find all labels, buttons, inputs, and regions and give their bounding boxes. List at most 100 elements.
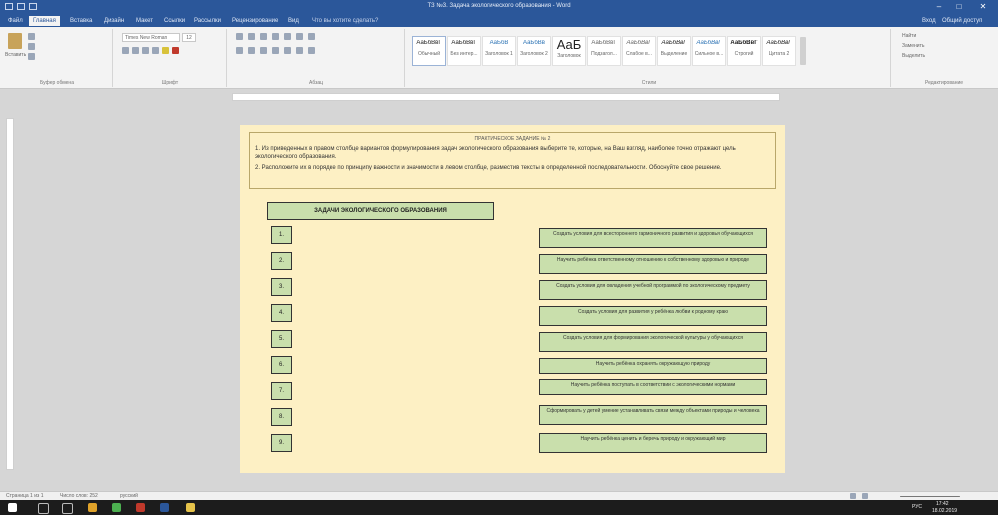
style-strong[interactable]: АаБбВвГ Строгий [727,36,761,66]
bullets-icon[interactable] [236,33,243,40]
zoom-slider[interactable] [900,496,960,497]
font-color-icon[interactable] [172,47,179,54]
opera-icon[interactable] [136,503,145,512]
style-normal[interactable]: АаБбВвГ Обычный [412,36,446,66]
replace-button[interactable]: Заменить [902,43,924,49]
share-button[interactable]: Общий доступ [938,16,986,26]
tab-view[interactable]: Вид [284,16,303,26]
borders-icon[interactable] [308,47,315,54]
underline-icon[interactable] [142,47,149,54]
font-size-select[interactable]: 12 [182,33,196,42]
answer-box[interactable]: Сформировать у детей умение устанавливат… [539,405,767,425]
answer-box[interactable]: Научить ребёнка ответственному отношению… [539,254,767,274]
answer-box[interactable]: Создать условия для всестороннего гармон… [539,228,767,248]
browser-icon[interactable] [88,503,97,512]
number-box[interactable]: 4. [271,304,292,322]
status-bar: Страница 1 из 1 Число слов: 252 русский [0,491,998,500]
line-spacing-icon[interactable] [284,47,291,54]
group-label-editing: Редактирование [924,80,964,86]
answer-box[interactable]: Создать условия для формирования экологи… [539,332,767,352]
style-intense-emphasis[interactable]: АаБбВвГ Сильное в... [692,36,726,66]
task-view-icon[interactable] [62,503,73,514]
align-center-icon[interactable] [248,47,255,54]
vertical-ruler[interactable] [6,118,14,470]
word-app-icon[interactable] [160,503,169,512]
number-box[interactable]: 9. [271,434,292,452]
answer-box[interactable]: Научить ребёнка поступать в соответствии… [539,379,767,395]
number-box[interactable]: 2. [271,252,292,270]
answer-box[interactable]: Создать условия для овладения учебной пр… [539,280,767,300]
taskbar: РУС 17:42 18.02.2019 [0,500,998,515]
justify-icon[interactable] [272,47,279,54]
bold-icon[interactable] [122,47,129,54]
file-explorer-icon[interactable] [186,503,195,512]
task-heading: ПРАКТИЧЕСКОЕ ЗАДАНИЕ № 2 [474,136,551,142]
select-button[interactable]: Выделить [902,53,925,59]
cut-icon[interactable] [28,33,35,40]
number-box[interactable]: 6. [271,356,292,374]
numbering-icon[interactable] [248,33,255,40]
style-emphasis[interactable]: АаБбВвГ Выделение [657,36,691,66]
chrome-icon[interactable] [112,503,121,512]
read-mode-icon[interactable] [850,493,856,499]
copy-icon[interactable] [28,43,35,50]
answer-box[interactable]: Научить ребёнка охранять окружающую прир… [539,358,767,374]
number-box[interactable]: 7. [271,382,292,400]
style-quote[interactable]: АаБбВвГ Цитата 2 [762,36,796,66]
sign-in-link[interactable]: Вход [918,16,940,26]
number-box[interactable]: 8. [271,408,292,426]
strikethrough-icon[interactable] [152,47,159,54]
paste-button[interactable]: Вставить [5,52,26,58]
tab-layout[interactable]: Макет [132,16,157,26]
sort-icon[interactable] [296,33,303,40]
number-box[interactable]: 5. [271,330,292,348]
task-text-2: 2. Расположите их в порядке по принципу … [255,165,722,171]
page-count[interactable]: Страница 1 из 1 [6,493,43,499]
multilevel-list-icon[interactable] [260,33,267,40]
tab-file[interactable]: Файл [4,16,27,26]
clock-date[interactable]: 18.02.2019 [932,508,957,514]
windows-start-icon[interactable] [8,503,17,512]
shading-icon[interactable] [296,47,303,54]
input-language[interactable]: РУС [912,504,922,510]
close-icon[interactable]: ✕ [972,1,994,13]
style-subtle-emphasis[interactable]: АаБбВвГ Слабое в... [622,36,656,66]
answer-box[interactable]: Создать условия для развития у ребёнка л… [539,306,767,326]
style-subtitle[interactable]: АаБбВвГ Подзагол... [587,36,621,66]
language-indicator[interactable]: русский [120,493,138,499]
find-button[interactable]: Найти [902,33,916,39]
number-box[interactable]: 3. [271,278,292,296]
style-heading-2[interactable]: АаБбВв Заголовок 2 [517,36,551,66]
tab-review[interactable]: Рецензирование [228,16,282,26]
answer-box[interactable]: Научить ребёнка ценить и беречь природу … [539,433,767,453]
clock-time[interactable]: 17:42 [936,501,949,507]
maximize-icon[interactable]: □ [952,1,966,13]
align-left-icon[interactable] [236,47,243,54]
print-layout-icon[interactable] [862,493,868,499]
styles-scroll-icon[interactable] [800,37,806,65]
align-right-icon[interactable] [260,47,267,54]
tab-insert[interactable]: Вставка [66,16,96,26]
style-heading-1[interactable]: АаБбВ Заголовок 1 [482,36,516,66]
number-box[interactable]: 1. [271,226,292,244]
increase-indent-icon[interactable] [284,33,291,40]
tab-references[interactable]: Ссылки [160,16,189,26]
style-title[interactable]: АаБ Заголовок [552,36,586,66]
pilcrow-icon[interactable] [308,33,315,40]
minimize-icon[interactable]: – [932,1,946,13]
tab-design[interactable]: Дизайн [100,16,128,26]
tell-me-search[interactable]: Что вы хотите сделать? [308,16,382,26]
highlight-icon[interactable] [162,47,169,54]
style-no-spacing[interactable]: АаБбВвГ Без интер... [447,36,481,66]
tab-home[interactable]: Главная [29,16,60,26]
font-name-select[interactable]: Times New Roman [122,33,180,42]
search-icon[interactable] [38,503,49,514]
format-painter-icon[interactable] [28,53,35,60]
tab-mailings[interactable]: Рассылки [190,16,225,26]
horizontal-ruler[interactable] [232,93,780,101]
paste-icon[interactable] [8,33,22,49]
word-count[interactable]: Число слов: 252 [60,493,98,499]
decrease-indent-icon[interactable] [272,33,279,40]
editing-group: Найти Заменить Выделить Редактирование [894,29,994,87]
italic-icon[interactable] [132,47,139,54]
